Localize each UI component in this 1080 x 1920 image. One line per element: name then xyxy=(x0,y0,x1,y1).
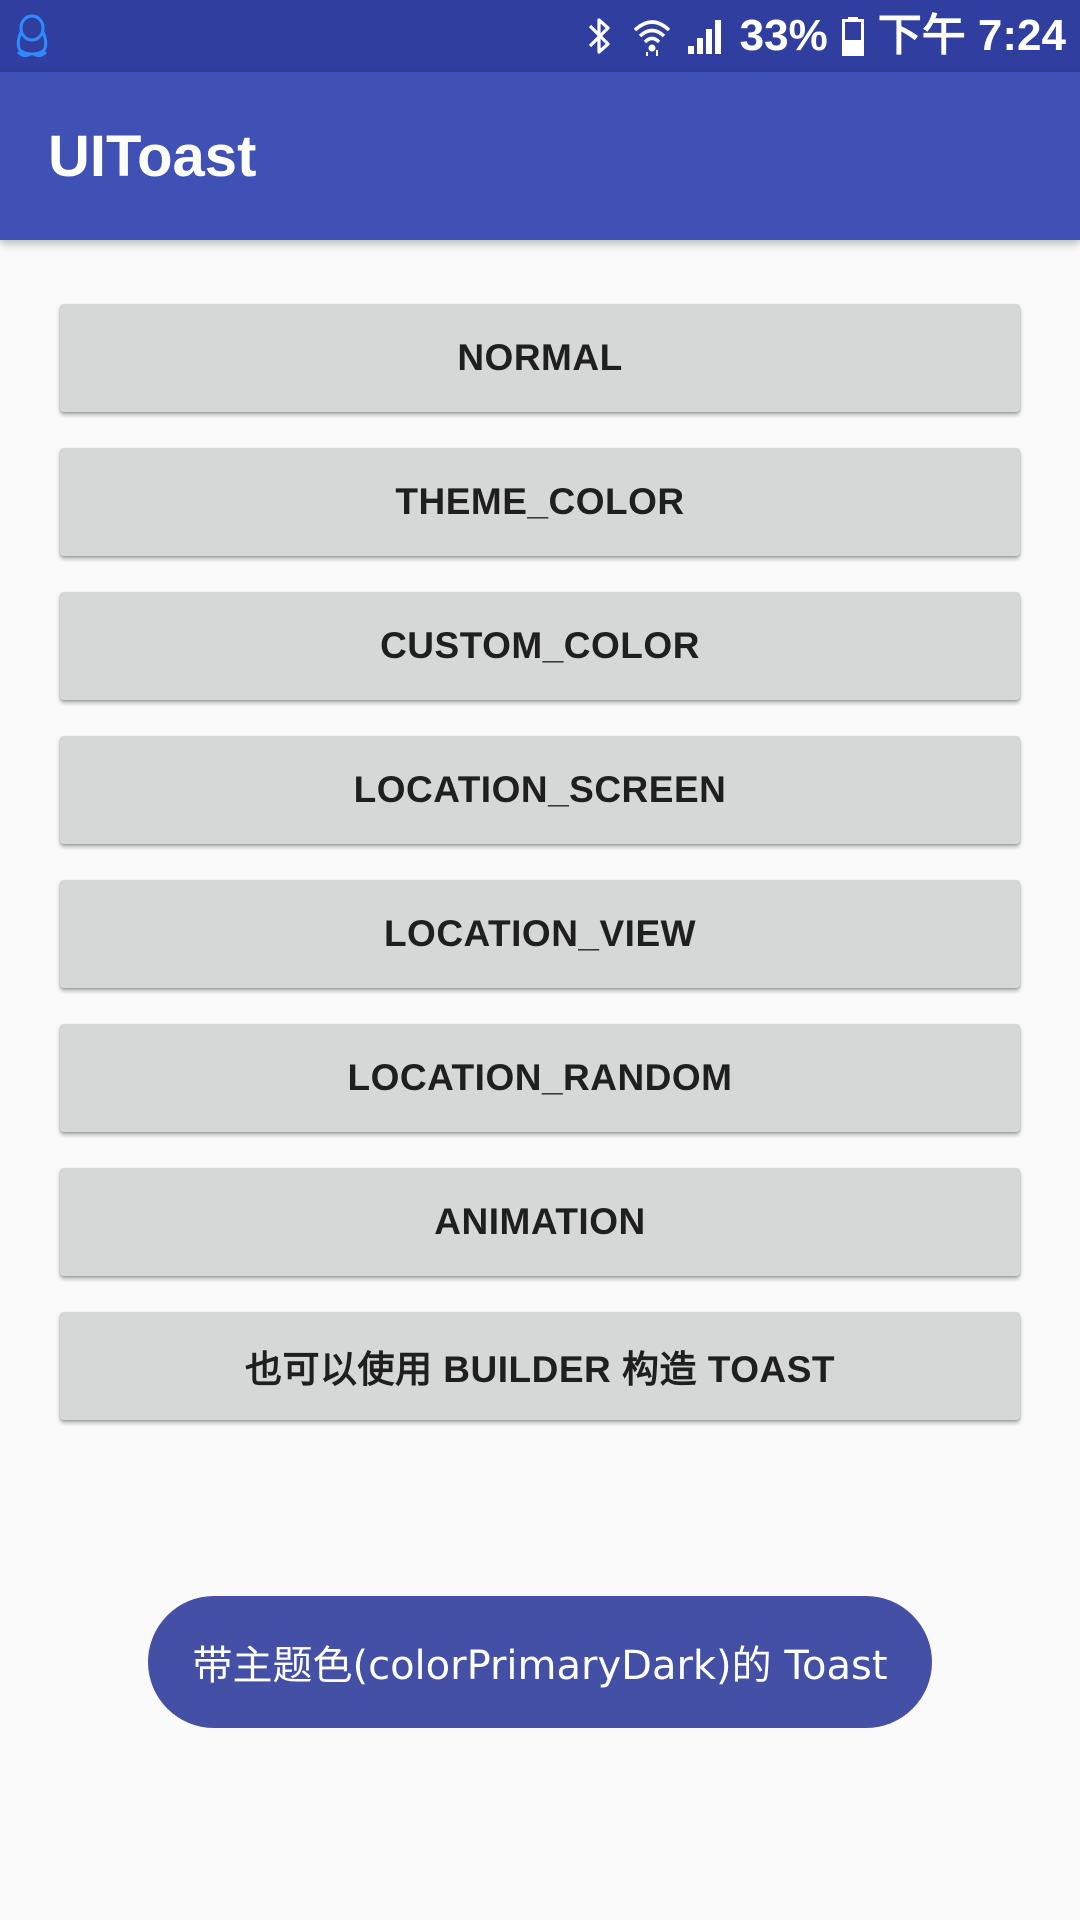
normal-button[interactable]: NORMAL xyxy=(60,304,1020,412)
status-icons: 33% 下午 7:24 xyxy=(584,0,1066,72)
app-title: UIToast xyxy=(48,124,257,189)
qq-penguin-icon xyxy=(12,14,52,58)
location-view-button[interactable]: LOCATION_VIEW xyxy=(60,880,1020,988)
theme-color-button[interactable]: THEME_COLOR xyxy=(60,448,1020,556)
location-random-button[interactable]: LOCATION_RANDOM xyxy=(60,1024,1020,1132)
location-screen-button[interactable]: LOCATION_SCREEN xyxy=(60,736,1020,844)
wifi-icon xyxy=(632,16,672,56)
button-list: NORMAL THEME_COLOR CUSTOM_COLOR LOCATION… xyxy=(60,304,1020,1456)
bluetooth-icon xyxy=(584,16,618,56)
battery-icon xyxy=(841,16,864,56)
builder-toast-button[interactable]: 也可以使用 BUILDER 构造 TOAST xyxy=(60,1312,1020,1420)
custom-color-button[interactable]: CUSTOM_COLOR xyxy=(60,592,1020,700)
signal-icon xyxy=(686,16,726,56)
app-bar: UIToast xyxy=(0,72,1080,240)
status-time: 下午 7:24 xyxy=(877,11,1066,60)
animation-button[interactable]: ANIMATION xyxy=(60,1168,1020,1276)
status-bar: 33% 下午 7:24 xyxy=(0,0,1080,72)
toast-message: 带主题色(colorPrimaryDark)的 Toast xyxy=(148,1596,932,1728)
battery-percent: 33% xyxy=(739,11,828,60)
screen: 33% 下午 7:24 UIToast NORMAL THEME_COLOR C… xyxy=(0,0,1080,1920)
